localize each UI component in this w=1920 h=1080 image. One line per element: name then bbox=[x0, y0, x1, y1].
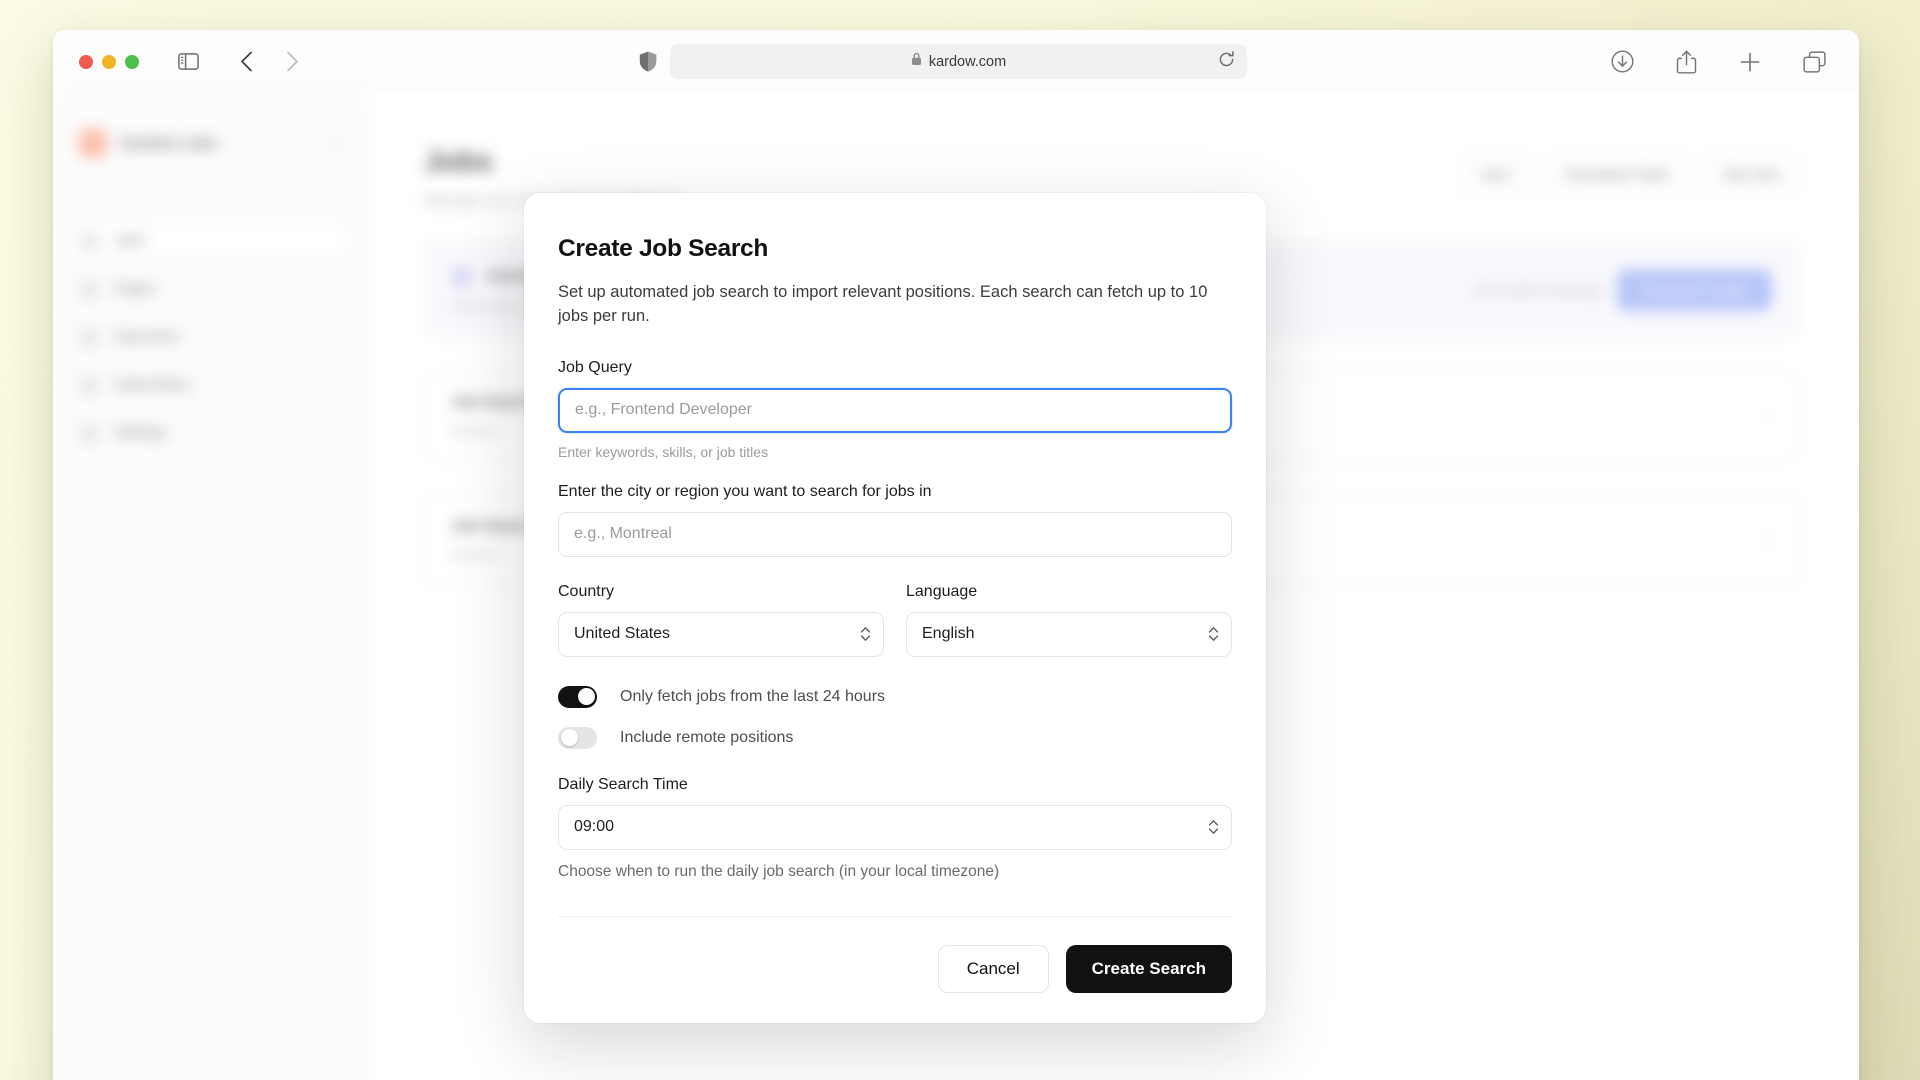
country-select-value: United States bbox=[574, 625, 671, 642]
country-language-row: Country United States Language English bbox=[558, 583, 1232, 657]
language-field-block: Language English bbox=[906, 583, 1232, 657]
dialog-title: Create Job Search bbox=[558, 235, 769, 262]
new-tab-icon[interactable] bbox=[1733, 45, 1767, 79]
url-bar[interactable]: kardow.com bbox=[670, 44, 1247, 79]
location-field-block: Enter the city or region you want to sea… bbox=[558, 483, 1232, 557]
create-search-button[interactable]: Create Search bbox=[1065, 944, 1232, 993]
stepper-icon[interactable] bbox=[1208, 626, 1219, 643]
daily-search-time-help: Choose when to run the daily job search … bbox=[558, 862, 1000, 880]
country-field-block: Country United States bbox=[558, 583, 884, 657]
stepper-icon[interactable] bbox=[860, 626, 871, 643]
stepper-icon[interactable] bbox=[1208, 819, 1219, 836]
job-query-field-block: Job Query Enter keywords, skills, or job… bbox=[558, 359, 1232, 460]
country-select-wrap: United States bbox=[558, 611, 884, 657]
window-controls bbox=[79, 54, 139, 69]
browser-toolbar: kardow.com bbox=[53, 30, 1859, 93]
job-query-help-text: Enter keywords, skills, or job titles bbox=[558, 443, 769, 460]
job-query-input[interactable] bbox=[558, 387, 1232, 433]
location-input[interactable] bbox=[558, 511, 1232, 557]
dialog-footer: Cancel Create Search bbox=[558, 915, 1232, 1023]
last-24-hours-label: Only fetch jobs from the last 24 hours bbox=[620, 687, 886, 705]
daily-search-time-value: 09:00 bbox=[574, 818, 615, 835]
language-select-wrap: English bbox=[906, 611, 1232, 657]
sidebar-toggle-icon[interactable] bbox=[171, 45, 205, 79]
back-button[interactable] bbox=[229, 45, 263, 79]
dialog-description: Set up automated job search to import re… bbox=[558, 283, 1208, 326]
url-text: kardow.com bbox=[928, 53, 1007, 70]
include-remote-toggle[interactable] bbox=[558, 726, 597, 749]
share-icon[interactable] bbox=[1669, 45, 1703, 79]
minimize-window-button[interactable] bbox=[102, 54, 116, 69]
last-24-hours-toggle-row[interactable]: Only fetch jobs from the last 24 hours bbox=[558, 685, 1232, 708]
create-job-search-dialog: Create Job Search Set up automated job s… bbox=[524, 193, 1266, 1023]
close-window-button[interactable] bbox=[79, 54, 93, 69]
cancel-button[interactable]: Cancel bbox=[937, 944, 1049, 993]
toggle-knob bbox=[560, 729, 578, 746]
include-remote-label: Include remote positions bbox=[620, 728, 794, 746]
daily-search-time-block: Daily Search Time 09:00 Choose when to r… bbox=[558, 776, 1232, 881]
toolbar-right-actions bbox=[1605, 45, 1831, 79]
forward-button[interactable] bbox=[275, 45, 309, 79]
language-select[interactable]: English bbox=[906, 611, 1232, 657]
job-query-label: Job Query bbox=[558, 358, 632, 376]
browser-window: kardow.com Kardow Labs ▾ Jobs Pages Paym… bbox=[53, 30, 1859, 1080]
country-label: Country bbox=[558, 582, 615, 600]
daily-search-time-label: Daily Search Time bbox=[558, 775, 688, 793]
last-24-hours-toggle[interactable] bbox=[558, 685, 597, 708]
toggle-knob bbox=[577, 688, 595, 705]
shield-icon[interactable] bbox=[631, 45, 665, 79]
maximize-window-button[interactable] bbox=[125, 54, 139, 69]
language-select-value: English bbox=[922, 625, 975, 642]
include-remote-toggle-row[interactable]: Include remote positions bbox=[558, 726, 1232, 749]
tab-overview-icon[interactable] bbox=[1797, 45, 1831, 79]
reload-icon[interactable] bbox=[1218, 50, 1235, 73]
daily-search-time-input[interactable]: 09:00 bbox=[558, 804, 1232, 850]
language-label: Language bbox=[906, 582, 978, 600]
lock-icon bbox=[911, 52, 922, 71]
download-icon[interactable] bbox=[1605, 45, 1639, 79]
location-label: Enter the city or region you want to sea… bbox=[558, 482, 932, 500]
country-select[interactable]: United States bbox=[558, 611, 884, 657]
daily-search-time-wrap: 09:00 bbox=[558, 804, 1232, 850]
